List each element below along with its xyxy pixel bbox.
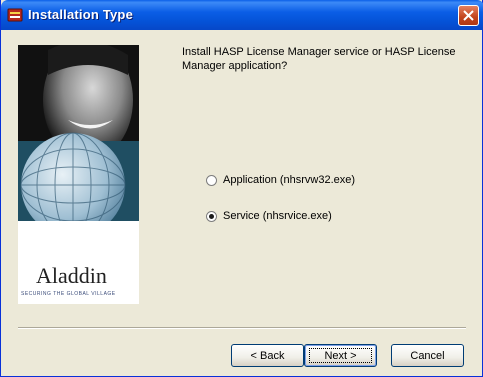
installer-window: Installation Type Aladdin SECURING THE G…: [0, 0, 483, 377]
installer-app-icon: [7, 7, 23, 23]
close-button[interactable]: [458, 5, 479, 26]
next-button[interactable]: Next >: [304, 344, 377, 367]
option-label: Application (nhsrvw32.exe): [223, 174, 356, 186]
close-icon: [463, 10, 474, 21]
back-button-label: < Back: [250, 349, 285, 362]
back-button[interactable]: < Back: [231, 344, 304, 367]
radio-button-selected[interactable]: [206, 210, 217, 222]
cancel-button[interactable]: Cancel: [391, 344, 464, 367]
cancel-button-label: Cancel: [410, 349, 445, 362]
separator: [18, 327, 466, 329]
window-title: Installation Type: [28, 7, 134, 22]
title-bar[interactable]: Installation Type: [1, 0, 483, 30]
focus-indicator: [309, 348, 372, 363]
radio-dot: [209, 213, 214, 219]
aladdin-tagline: SECURING THE GLOBAL VILLAGE: [21, 291, 116, 297]
aladdin-logo-text: Aladdin: [36, 263, 107, 288]
aladdin-banner-image: Aladdin SECURING THE GLOBAL VILLAGE: [18, 45, 139, 304]
dialog-body: Aladdin SECURING THE GLOBAL VILLAGE Inst…: [4, 30, 481, 374]
radio-button[interactable]: [206, 174, 217, 186]
install-question: Install HASP License Manager service or …: [182, 46, 456, 72]
option-service[interactable]: Service (nhsrvice.exe): [206, 210, 332, 222]
option-application[interactable]: Application (nhsrvw32.exe): [206, 174, 355, 186]
option-label: Service (nhsrvice.exe): [223, 210, 332, 222]
